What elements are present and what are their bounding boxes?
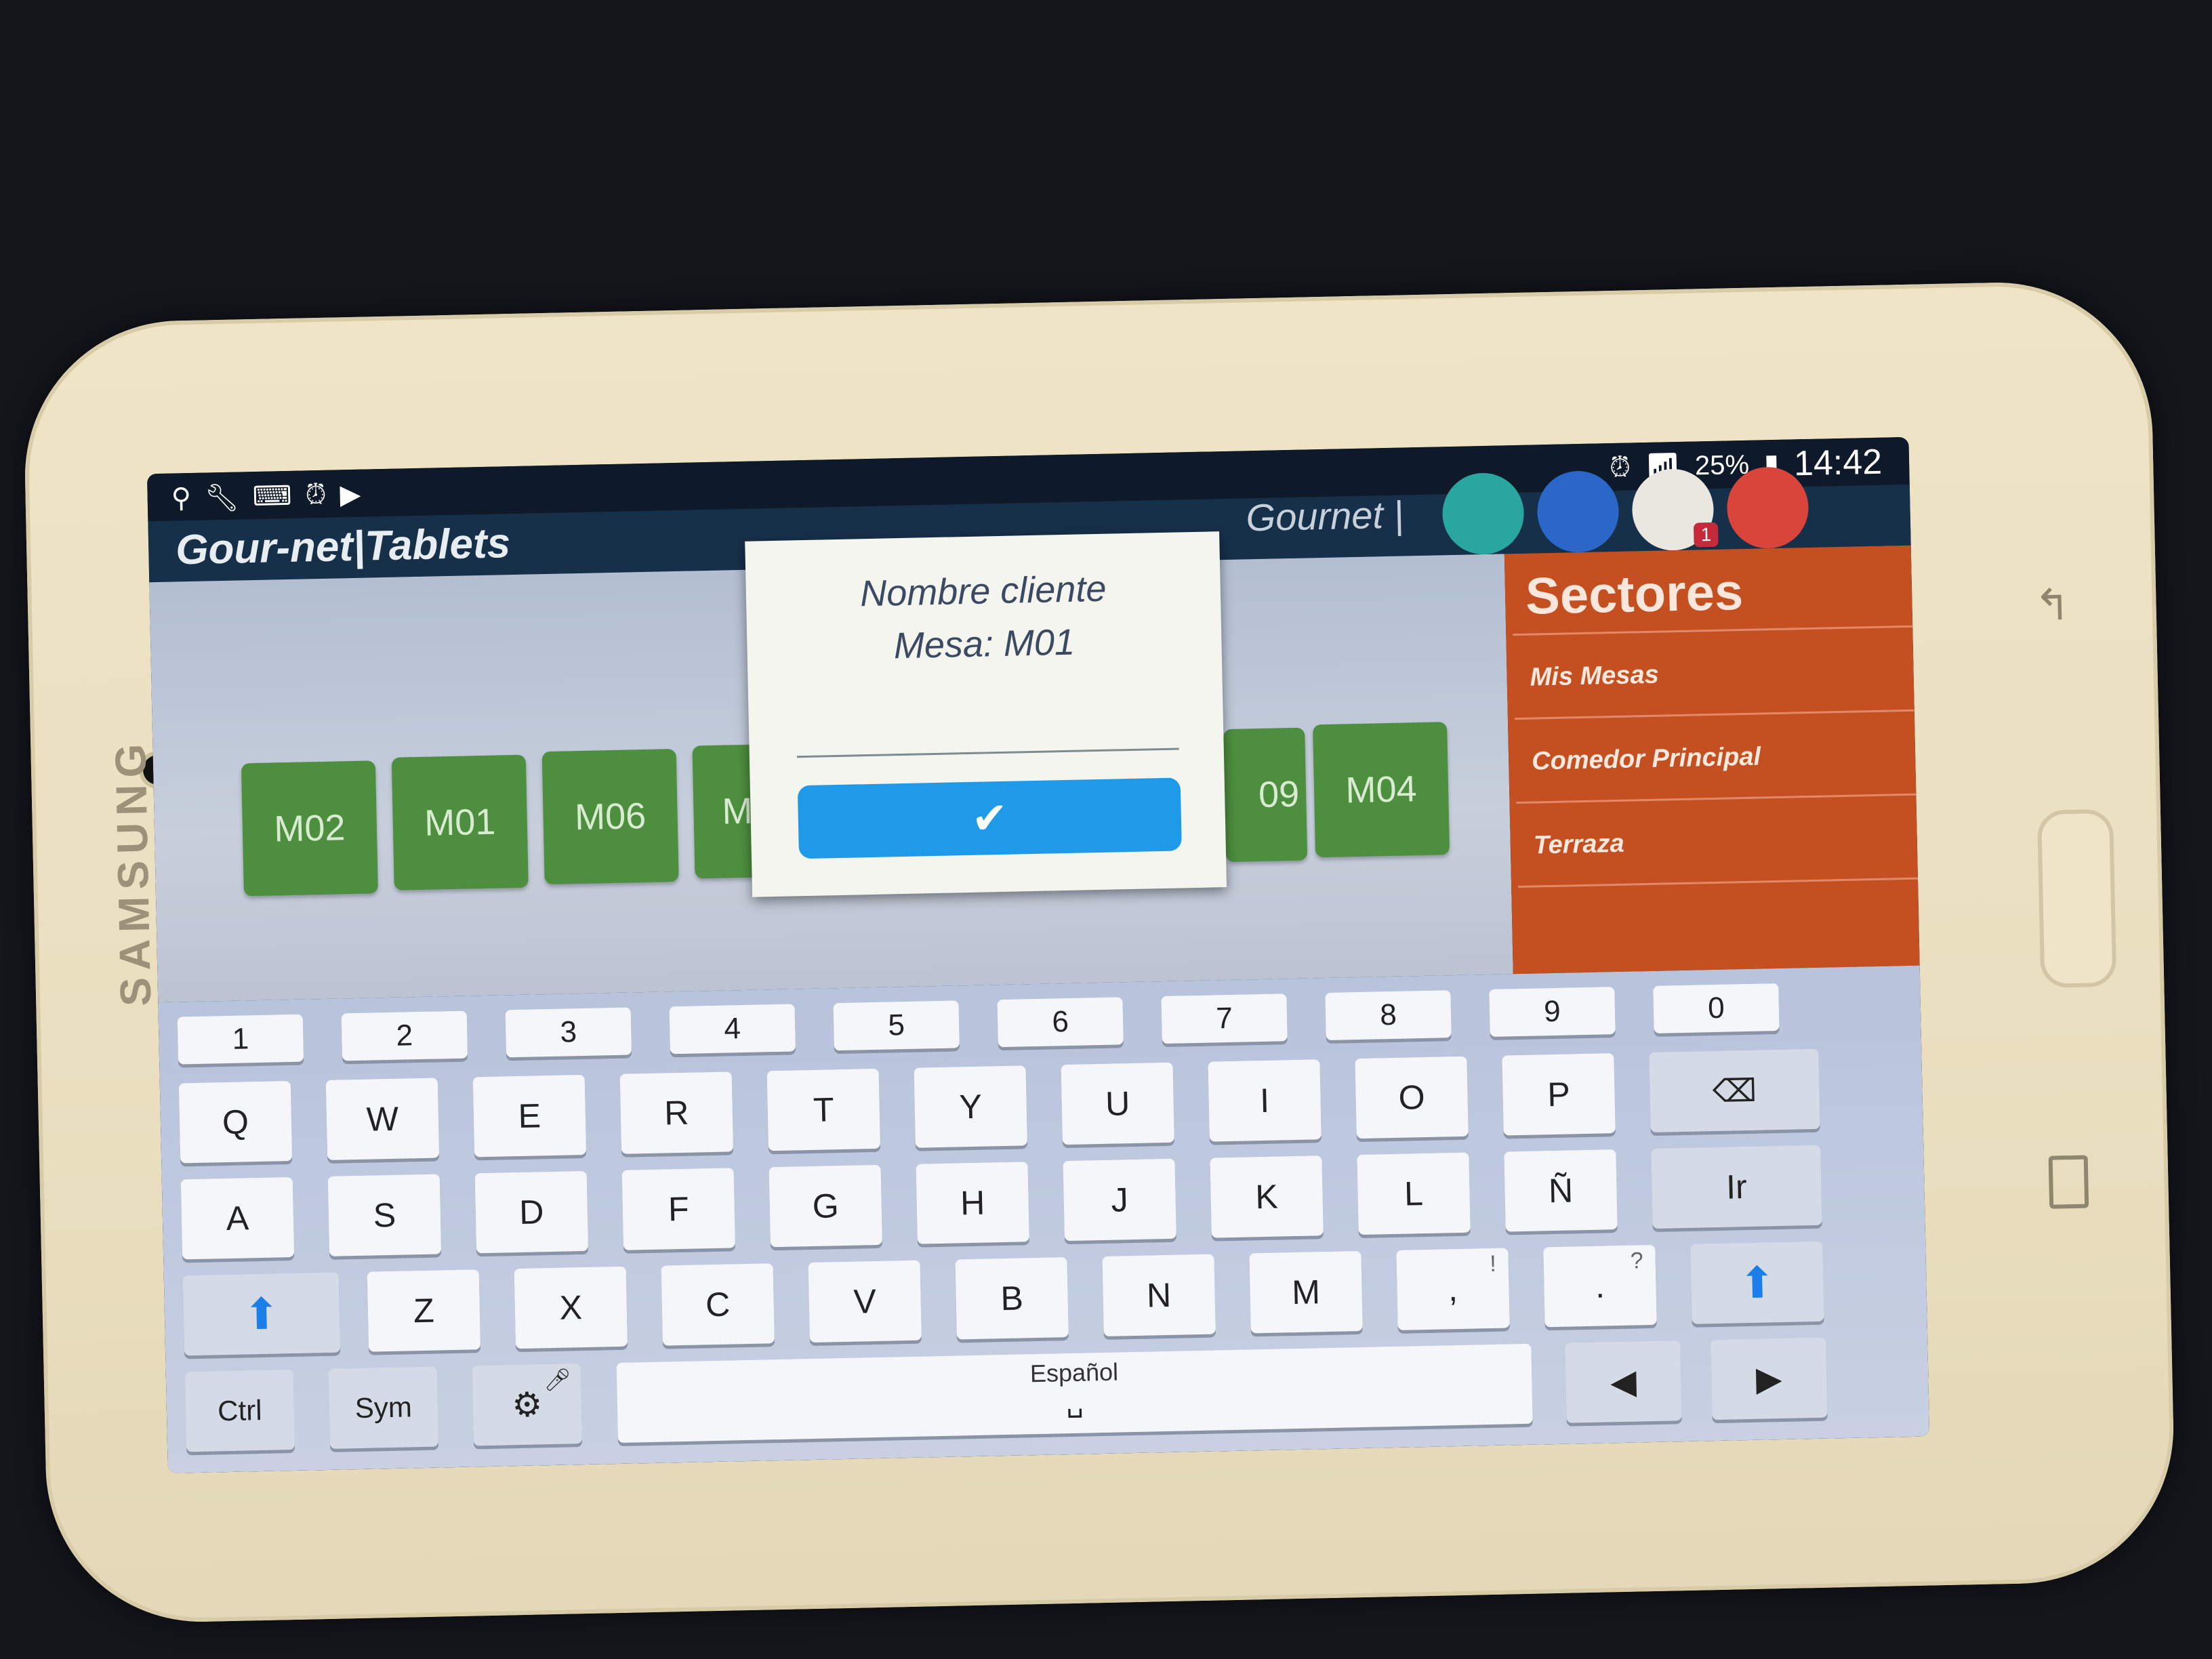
sidebar-item-terraza[interactable]: Terraza [1516, 793, 1918, 886]
refresh-icon[interactable] [1441, 472, 1525, 556]
wrench-icon: 🔧︎ [204, 483, 240, 514]
backspace-key[interactable]: ⌫ [1649, 1048, 1820, 1133]
dialog-title: Nombre cliente [859, 568, 1107, 615]
shift-arrow-icon: ⬆ [1738, 1257, 1776, 1307]
screen: ⚲ 🔧︎ ⌨ ⏰︎ ▶ ⏰︎ 📶︎ 25% ▮ 14:42 Gour-net|T… [146, 436, 1930, 1473]
key-d[interactable]: D [474, 1170, 589, 1254]
person-icon: ⚲ [171, 483, 192, 514]
table-button[interactable]: M06 [541, 749, 679, 885]
enter-key[interactable]: Ir [1651, 1145, 1822, 1229]
sidebar-item-mis-mesas[interactable]: Mis Mesas [1513, 625, 1914, 718]
key-5[interactable]: 5 [833, 1000, 960, 1051]
key-t[interactable]: T [766, 1068, 880, 1151]
key-alt-char: ! [1489, 1250, 1497, 1277]
table-button[interactable]: M01 [391, 754, 529, 890]
confirm-button[interactable]: ✔ [797, 777, 1182, 859]
key-period[interactable]: . ? [1543, 1244, 1657, 1328]
key-q[interactable]: Q [178, 1081, 293, 1164]
key-z[interactable]: Z [367, 1269, 481, 1352]
onscreen-keyboard: 1 2 3 4 5 6 7 8 9 0 Q W E R T Y U I O P … [158, 965, 1930, 1473]
sectors-sidebar: Sectores Mis Mesas Comedor Principal Ter… [1504, 545, 1920, 975]
sidebar-title: Sectores [1525, 562, 1744, 626]
key-r[interactable]: R [619, 1071, 734, 1154]
key-8[interactable]: 8 [1325, 990, 1452, 1041]
settings-key[interactable]: ⚙ 🎤︎ [472, 1364, 583, 1446]
client-name-dialog: Nombre cliente Mesa: M01 ✔ [745, 531, 1227, 897]
notification-badge: 1 [1694, 522, 1719, 548]
tablet-device: SAMSUNG ↰ ⚲ 🔧︎ ⌨ ⏰︎ ▶ ⏰︎ 📶︎ 25% ▮ 14:42 … [22, 279, 2177, 1625]
key-3[interactable]: 3 [505, 1007, 632, 1058]
bell-icon[interactable]: 1 [1631, 468, 1719, 552]
alarm-status-icon: ⏰︎ [1609, 451, 1631, 483]
clock: 14:42 [1793, 442, 1883, 484]
key-7[interactable]: 7 [1161, 994, 1288, 1044]
sym-key[interactable]: Sym [328, 1366, 439, 1449]
youtube-icon: ▶ [340, 479, 361, 510]
key-v[interactable]: V [808, 1260, 922, 1343]
key-x[interactable]: X [514, 1266, 628, 1349]
key-f[interactable]: F [621, 1168, 736, 1250]
key-i[interactable]: I [1208, 1059, 1322, 1142]
key-a[interactable]: A [180, 1177, 295, 1260]
key-k[interactable]: K [1210, 1155, 1324, 1238]
key-g[interactable]: G [769, 1164, 882, 1248]
backspace-icon: ⌫ [1712, 1072, 1757, 1109]
gear-icon: ⚙ [511, 1385, 543, 1425]
key-u[interactable]: U [1061, 1062, 1174, 1145]
cursor-left-key[interactable]: ◀ [1565, 1340, 1682, 1423]
key-j[interactable]: J [1063, 1158, 1176, 1242]
key-s[interactable]: S [327, 1174, 442, 1256]
keyboard-icon: ⌨ [252, 480, 292, 512]
ctrl-key[interactable]: Ctrl [184, 1370, 295, 1452]
table-button[interactable]: 09 [1223, 727, 1308, 863]
back-hardware-button[interactable]: ↰ [2034, 579, 2075, 630]
shift-right-key[interactable]: ⬆ [1690, 1241, 1824, 1324]
client-name-input[interactable] [796, 692, 1179, 758]
key-n-tilde[interactable]: Ñ [1504, 1149, 1618, 1232]
alarm-icon: ⏰︎ [304, 479, 327, 510]
key-c[interactable]: C [661, 1263, 775, 1346]
shift-left-key[interactable]: ⬆ [182, 1272, 341, 1356]
key-m[interactable]: M [1249, 1251, 1363, 1334]
check-icon: ✔ [970, 793, 1008, 843]
key-2[interactable]: 2 [341, 1010, 468, 1061]
key-1[interactable]: 1 [177, 1014, 304, 1065]
key-main-char: . [1595, 1267, 1605, 1305]
space-bar-icon: ␣ [1065, 1387, 1084, 1418]
right-arrow-icon: ▶ [1755, 1359, 1783, 1398]
key-9[interactable]: 9 [1489, 987, 1616, 1037]
cursor-right-key[interactable]: ▶ [1711, 1337, 1828, 1420]
sidebar-empty-slot [1518, 877, 1920, 970]
close-icon[interactable] [1726, 466, 1809, 550]
recent-apps-hardware-button[interactable] [2048, 1155, 2089, 1209]
dialog-subtitle: Mesa: M01 [893, 621, 1076, 667]
microphone-icon: 🎤︎ [544, 1367, 572, 1393]
left-arrow-icon: ◀ [1610, 1362, 1637, 1401]
key-0[interactable]: 0 [1653, 983, 1780, 1033]
home-hardware-button[interactable] [2036, 808, 2117, 988]
table-button[interactable]: M04 [1313, 722, 1450, 858]
table-button[interactable]: M02 [241, 760, 378, 897]
key-main-char: , [1448, 1270, 1458, 1309]
key-comma[interactable]: , ! [1396, 1248, 1510, 1330]
app-title: Gour-net|Tablets [175, 520, 511, 574]
space-key[interactable]: Español ␣ [616, 1343, 1533, 1443]
key-e[interactable]: E [472, 1074, 587, 1158]
key-p[interactable]: P [1502, 1053, 1616, 1136]
header-brand-text: Gournet | [1245, 493, 1404, 539]
user-icon[interactable] [1536, 470, 1620, 554]
sidebar-item-comedor-principal[interactable]: Comedor Principal [1514, 709, 1917, 802]
key-y[interactable]: Y [914, 1065, 1027, 1148]
key-alt-char: ? [1630, 1248, 1644, 1274]
key-n[interactable]: N [1102, 1254, 1216, 1336]
key-b[interactable]: B [955, 1257, 1069, 1340]
key-w[interactable]: W [325, 1078, 440, 1160]
key-h[interactable]: H [916, 1162, 1029, 1244]
key-4[interactable]: 4 [669, 1004, 796, 1054]
shift-arrow-icon: ⬆ [243, 1288, 281, 1339]
key-o[interactable]: O [1355, 1056, 1469, 1139]
brand-logo: SAMSUNG [106, 736, 161, 1007]
key-6[interactable]: 6 [997, 997, 1124, 1048]
key-l[interactable]: L [1357, 1152, 1471, 1235]
